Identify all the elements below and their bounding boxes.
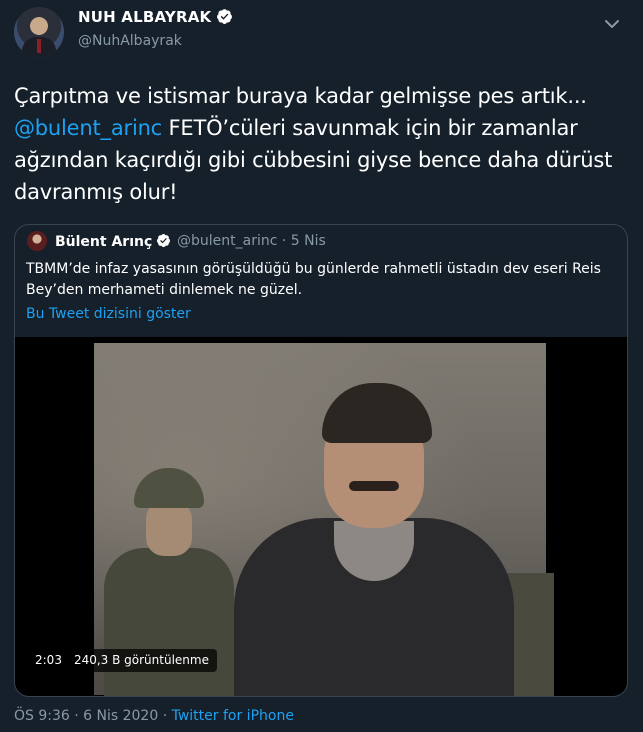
video-info-badge: 2:03 240,3 B görüntülenme	[27, 649, 217, 672]
chevron-down-icon[interactable]	[600, 12, 624, 36]
quoted-author-name-row: Bülent Arınç	[55, 233, 171, 250]
footer-separator-1: ·	[74, 708, 79, 724]
video-frame	[94, 343, 554, 696]
video-man-mustache	[349, 481, 399, 491]
video-soldier-body	[104, 548, 234, 696]
video-duration: 2:03	[35, 653, 62, 667]
avatar-tie	[37, 39, 41, 53]
video-soldier-face	[146, 501, 192, 556]
author-name-row[interactable]: NUH ALBAYRAK	[78, 8, 233, 26]
quoted-meta: @bulent_arinc · 5 Nis	[177, 233, 326, 249]
quoted-author-name: Bülent Arınç	[55, 234, 153, 250]
verified-badge-icon	[157, 233, 171, 248]
quoted-author-avatar	[27, 231, 47, 251]
quoted-text: TBMM’de infaz yasasının görüşüldüğü bu g…	[26, 261, 601, 298]
quoted-handle: @bulent_arinc	[177, 233, 278, 249]
tweet-footer: ÖS 9:36 · 6 Nis 2020 · Twitter for iPhon…	[14, 708, 294, 724]
verified-badge-icon	[217, 9, 233, 24]
quoted-date: 5 Nis	[290, 233, 326, 249]
author-avatar[interactable]	[14, 7, 64, 57]
quoted-tweet[interactable]: Bülent Arınç @bulent_arinc · 5 Nis TBMM’…	[14, 224, 628, 697]
footer-separator-2: ·	[162, 708, 168, 724]
tweet-text: Çarpıtma ve istismar buraya kadar gelmiş…	[14, 80, 629, 208]
video-player[interactable]: 2:03 240,3 B görüntülenme	[15, 337, 627, 696]
author-display-name[interactable]: NUH ALBAYRAK	[78, 8, 211, 26]
tweet-source-link[interactable]: Twitter for iPhone	[172, 708, 294, 724]
quoted-separator: ·	[281, 233, 287, 249]
show-thread-link[interactable]: Bu Tweet dizisini göster	[26, 306, 191, 322]
video-views: 240,3 B görüntülenme	[73, 653, 209, 667]
mention-link[interactable]: @bulent_arinc	[14, 116, 162, 140]
tweet-text-part-1: Çarpıtma ve istismar buraya kadar gelmiş…	[14, 84, 587, 108]
author-handle[interactable]: @NuhAlbayrak	[78, 33, 182, 49]
tweet-time[interactable]: ÖS 9:36	[14, 708, 70, 724]
tweet-date[interactable]: 6 Nis 2020	[83, 708, 158, 724]
